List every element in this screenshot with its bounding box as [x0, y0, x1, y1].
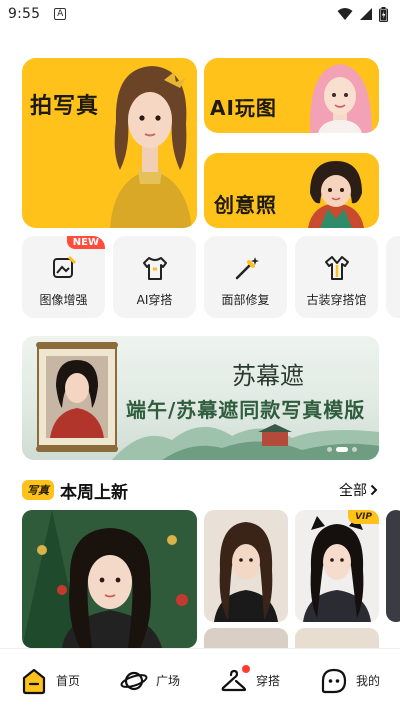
christmas-portrait — [22, 510, 188, 648]
tool-partial[interactable] — [386, 236, 400, 318]
ai-play-card[interactable]: AI玩图 — [204, 58, 379, 133]
tool-costume-hall[interactable]: 古装穿搭馆 — [295, 236, 378, 318]
tool-label: 古装穿搭馆 — [306, 292, 367, 307]
nav-square[interactable]: 广场 — [100, 649, 200, 711]
gallery-item-3[interactable]: VIP — [295, 510, 379, 622]
tool-label: 图像增强 — [39, 292, 88, 307]
portrait-child — [308, 161, 364, 228]
ai-play-label: AI玩图 — [210, 96, 277, 120]
see-all-link[interactable]: 全部 — [339, 480, 378, 500]
nav-outfit[interactable]: 穿搭 — [200, 649, 300, 711]
planet-icon — [120, 671, 148, 690]
photo-shoot-card[interactable]: 拍写真 — [22, 58, 197, 228]
profile-icon — [321, 668, 347, 693]
tool-face-repair[interactable]: 面部修复 — [204, 236, 287, 318]
chevron-right-icon — [370, 484, 378, 496]
gallery-item-christmas[interactable] — [22, 510, 197, 648]
gallery-item-4-partial[interactable] — [386, 510, 400, 622]
banner-pagination — [327, 447, 357, 452]
battery-icon — [379, 6, 388, 22]
pagination-dot — [352, 447, 357, 452]
creative-photo-card[interactable]: 创意照 — [204, 153, 379, 228]
section-tag: 写真 — [22, 480, 54, 500]
magic-wand-icon — [235, 256, 259, 279]
tool-ai-outfit[interactable]: AI穿搭 — [113, 236, 196, 318]
promo-banner[interactable]: 苏幕遮 端午/苏幕遮同款写真模版 — [22, 336, 379, 460]
hanger-icon-wrap — [220, 664, 250, 695]
nav-label: 穿搭 — [255, 674, 280, 688]
portrait-woman-qipao — [110, 66, 192, 228]
status-time: 9:55 — [8, 6, 41, 22]
tool-label: AI穿搭 — [136, 292, 173, 307]
bottom-nav: 首页 广场 穿搭 我的 — [0, 648, 400, 711]
image-enhance-icon — [52, 255, 76, 278]
tool-label: 面部修复 — [221, 292, 270, 307]
banner-script-text: 苏幕遮 — [232, 362, 304, 390]
new-badge: NEW — [66, 236, 105, 249]
home-icon — [22, 668, 46, 694]
scroll-frame-portrait — [36, 342, 118, 452]
section-header: 写真 本周上新 全部 — [22, 478, 378, 503]
status-indicators — [337, 6, 388, 22]
pagination-dot — [327, 447, 332, 452]
status-bar: 9:55 A — [0, 0, 400, 28]
shirt-icon — [142, 256, 167, 280]
nav-label: 我的 — [355, 674, 380, 688]
notification-icon: A — [54, 8, 67, 20]
section-title: 本周上新 — [60, 482, 128, 503]
nav-label: 广场 — [155, 674, 180, 688]
signal-icon — [360, 8, 372, 20]
portrait-pink-hair — [309, 64, 372, 133]
tool-image-enhance[interactable]: NEW 图像增强 — [22, 236, 105, 318]
photo-shoot-label: 拍写真 — [30, 94, 100, 119]
nav-label: 首页 — [55, 674, 80, 688]
tool-grid: NEW 图像增强 AI穿搭 面部修复 古装穿搭馆 — [22, 236, 400, 318]
nav-profile[interactable]: 我的 — [300, 649, 400, 711]
portrait-cat-ears — [303, 516, 371, 622]
vip-badge: VIP — [348, 510, 379, 524]
see-all-label: 全部 — [339, 483, 367, 499]
portrait-long-hair — [214, 522, 278, 622]
notification-dot — [241, 664, 250, 673]
wifi-icon — [337, 8, 353, 20]
nav-home[interactable]: 首页 — [0, 649, 100, 711]
costume-icon — [324, 255, 349, 280]
banner-title: 端午/苏幕遮同款写真模版 — [126, 398, 366, 422]
gallery-item-2[interactable] — [204, 510, 288, 622]
pagination-dot-active — [336, 447, 348, 452]
creative-photo-label: 创意照 — [214, 193, 277, 217]
